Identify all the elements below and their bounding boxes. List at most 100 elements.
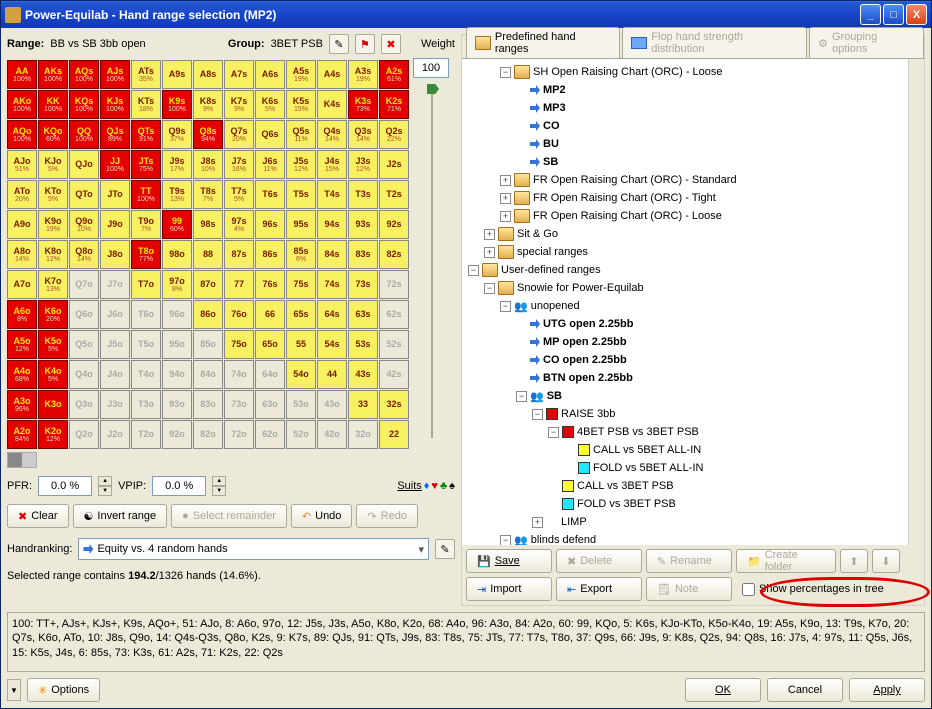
hand-cell[interactable]: J7o xyxy=(100,270,130,299)
weight-input[interactable] xyxy=(413,58,449,78)
hand-cell[interactable]: A7o xyxy=(7,270,37,299)
hand-cell[interactable]: T4s xyxy=(317,180,347,209)
hand-cell[interactable]: 32s xyxy=(379,390,409,419)
hand-cell[interactable]: 84o xyxy=(193,360,223,389)
hand-cell[interactable]: Q8s94% xyxy=(193,120,223,149)
tree-item[interactable]: BTN open 2.25bb xyxy=(464,369,922,387)
hand-cell[interactable]: 92s xyxy=(379,210,409,239)
hand-cell[interactable]: 63s xyxy=(348,300,378,329)
tree-toggle[interactable]: + xyxy=(484,229,495,240)
hand-cell[interactable]: KJs100% xyxy=(100,90,130,119)
hand-cell[interactable]: 62o xyxy=(255,420,285,449)
hand-cell[interactable]: K7o13% xyxy=(38,270,68,299)
hand-cell[interactable]: ATo20% xyxy=(7,180,37,209)
tree-item[interactable]: +special ranges xyxy=(464,243,922,261)
hand-cell[interactable]: T8s7% xyxy=(193,180,223,209)
hand-cell[interactable]: 52o xyxy=(286,420,316,449)
tree-toggle[interactable]: − xyxy=(484,283,495,294)
hand-cell[interactable]: 82s xyxy=(379,240,409,269)
hand-cell[interactable]: K5s15% xyxy=(286,90,316,119)
hand-cell[interactable]: K2s71% xyxy=(379,90,409,119)
tree-item[interactable]: MP3 xyxy=(464,99,922,117)
hand-cell[interactable]: A2s61% xyxy=(379,60,409,89)
hand-cell[interactable]: 93o xyxy=(162,390,192,419)
tree-toggle[interactable]: + xyxy=(500,175,511,186)
hand-cell[interactable]: 53o xyxy=(286,390,316,419)
show-percentages-checkbox[interactable]: Show percentages in tree xyxy=(742,577,884,601)
hand-cell[interactable]: A5o12% xyxy=(7,330,37,359)
apply-button[interactable]: Apply xyxy=(849,678,925,702)
hand-cell[interactable]: 54o xyxy=(286,360,316,389)
hand-cell[interactable]: KQs100% xyxy=(69,90,99,119)
hand-cell[interactable]: J6o xyxy=(100,300,130,329)
hand-cell[interactable]: 55 xyxy=(286,330,316,359)
close-button[interactable]: X xyxy=(906,4,927,25)
hand-cell[interactable]: A6s xyxy=(255,60,285,89)
hand-cell[interactable]: Q5s11% xyxy=(286,120,316,149)
options-dropdown-arrow[interactable]: ▼ xyxy=(7,679,21,701)
tree-toggle[interactable]: − xyxy=(516,391,527,402)
move-down-button[interactable]: ⬇ xyxy=(872,549,900,573)
select-remainder-button[interactable]: ●Select remainder xyxy=(171,504,287,528)
hand-cell[interactable]: K9o19% xyxy=(38,210,68,239)
vpip-input[interactable] xyxy=(152,476,206,496)
hand-cell[interactable]: 86o xyxy=(193,300,223,329)
hand-cell[interactable]: 83s xyxy=(348,240,378,269)
hand-cell[interactable]: Q3s14% xyxy=(348,120,378,149)
export-button[interactable]: ⇤Export xyxy=(556,577,642,601)
hand-cell[interactable]: 75o xyxy=(224,330,254,359)
tree-item[interactable]: +Sit & Go xyxy=(464,225,922,243)
delete-icon[interactable]: ✖ xyxy=(381,34,401,54)
tree-item[interactable]: −👥unopened xyxy=(464,297,922,315)
hand-cell[interactable]: A3s19% xyxy=(348,60,378,89)
hand-cell[interactable]: AA100% xyxy=(7,60,37,89)
hand-cell[interactable]: JTs75% xyxy=(131,150,161,179)
tree-item[interactable]: +FR Open Raising Chart (ORC) - Standard xyxy=(464,171,922,189)
hand-cell[interactable]: 72s xyxy=(379,270,409,299)
hand-cell[interactable]: JJ100% xyxy=(100,150,130,179)
hand-cell[interactable]: Q6s xyxy=(255,120,285,149)
hand-cell[interactable]: T9o7% xyxy=(131,210,161,239)
options-button[interactable]: ✳Options xyxy=(27,678,100,702)
scrollbar[interactable] xyxy=(908,59,924,545)
hand-cell[interactable]: T4o xyxy=(131,360,161,389)
tree-toggle[interactable]: + xyxy=(500,211,511,222)
hand-cell[interactable]: T7s5% xyxy=(224,180,254,209)
hand-cell[interactable]: Q2s22% xyxy=(379,120,409,149)
tree-toggle[interactable]: + xyxy=(500,193,511,204)
hand-cell[interactable]: Q9s37% xyxy=(162,120,192,149)
hand-cell[interactable]: Q7o xyxy=(69,270,99,299)
tree-toggle[interactable]: − xyxy=(548,427,559,438)
delete-button[interactable]: ✖Delete xyxy=(556,549,642,573)
hand-cell[interactable]: 93s xyxy=(348,210,378,239)
tree-item[interactable]: CALL vs 5BET ALL-IN xyxy=(464,441,922,459)
hand-cell[interactable]: 33 xyxy=(348,390,378,419)
hand-cell[interactable]: Q8o14% xyxy=(69,240,99,269)
tree-toggle[interactable]: + xyxy=(484,247,495,258)
tree-item[interactable]: BU xyxy=(464,135,922,153)
undo-button[interactable]: ↶Undo xyxy=(291,504,353,528)
tree-item[interactable]: −User-defined ranges xyxy=(464,261,922,279)
hand-cell[interactable]: T2o xyxy=(131,420,161,449)
hand-cell[interactable]: A8o14% xyxy=(7,240,37,269)
hand-cell[interactable]: K7s9% xyxy=(224,90,254,119)
tree-toggle[interactable]: − xyxy=(468,265,479,276)
tree-item[interactable]: −Snowie for Power-Equilab xyxy=(464,279,922,297)
hand-cell[interactable]: J9s17% xyxy=(162,150,192,179)
hand-cell[interactable]: J7s16% xyxy=(224,150,254,179)
hand-cell[interactable]: A9o xyxy=(7,210,37,239)
hand-cell[interactable]: 84s xyxy=(317,240,347,269)
hand-cell[interactable]: A3o96% xyxy=(7,390,37,419)
hand-cell[interactable]: 77 xyxy=(224,270,254,299)
hand-cell[interactable]: QTo xyxy=(69,180,99,209)
note-button[interactable]: 🗒Note xyxy=(646,577,732,601)
hand-cell[interactable]: K4s xyxy=(317,90,347,119)
hand-cell[interactable]: 66 xyxy=(255,300,285,329)
hand-cell[interactable]: 98s xyxy=(193,210,223,239)
hand-cell[interactable]: 83o xyxy=(193,390,223,419)
tree-item[interactable]: FOLD vs 5BET ALL-IN xyxy=(464,459,922,477)
import-button[interactable]: ⇥Import xyxy=(466,577,552,601)
tree-toggle[interactable]: − xyxy=(500,67,511,78)
tree-item[interactable]: +FR Open Raising Chart (ORC) - Loose xyxy=(464,207,922,225)
hand-cell[interactable]: 92o xyxy=(162,420,192,449)
